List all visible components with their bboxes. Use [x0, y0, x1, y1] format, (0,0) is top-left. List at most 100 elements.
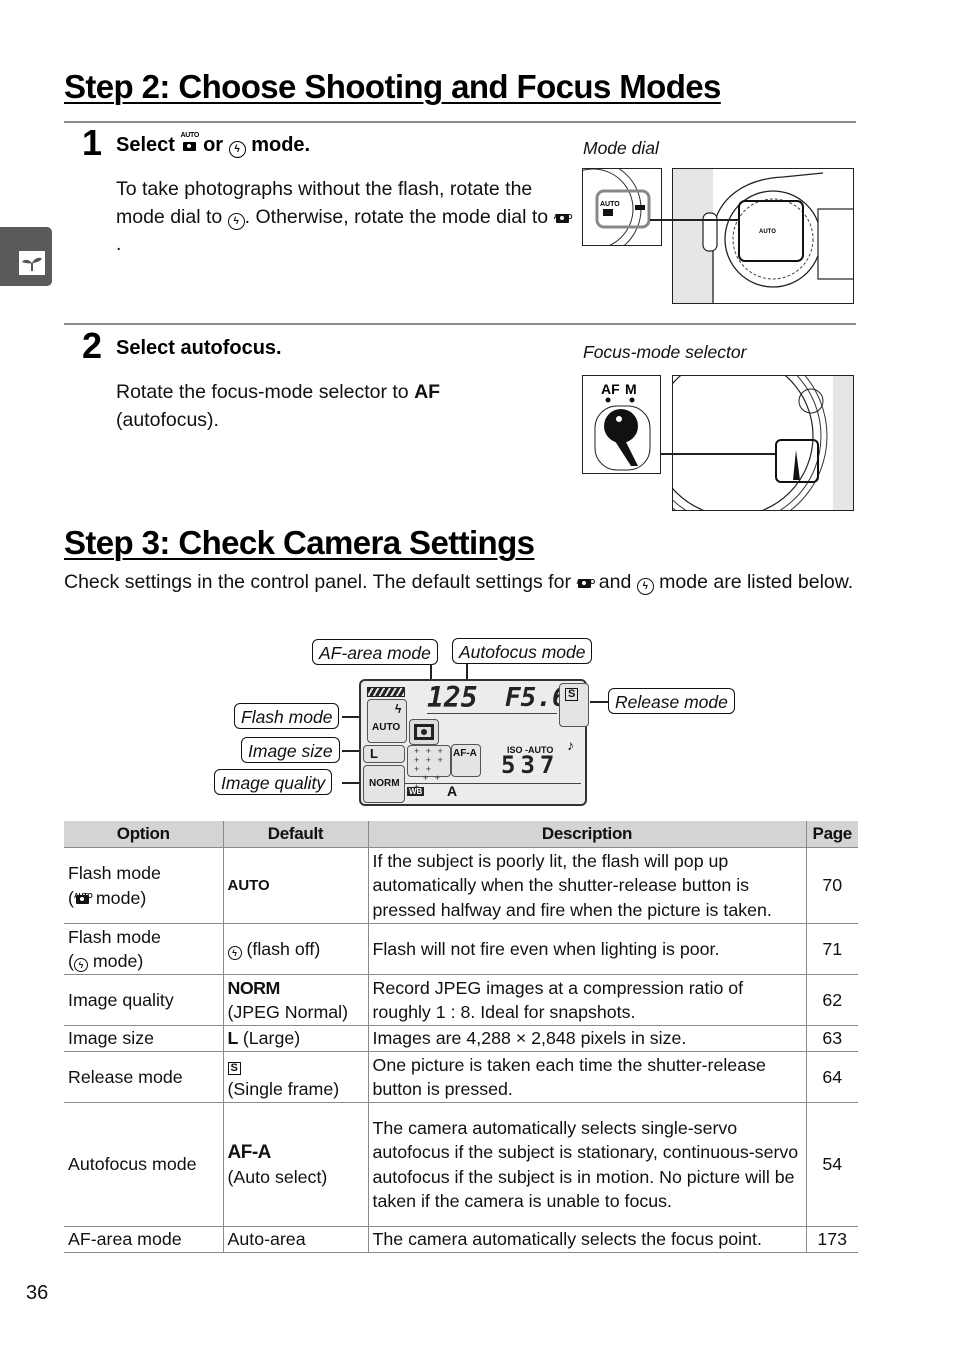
flash-off-icon: ϟ [228, 141, 246, 158]
flash-off-icon: ϟ [227, 945, 242, 960]
default-value: L [227, 1028, 239, 1049]
step-number-1: 1 [82, 122, 103, 163]
step-number-2: 2 [82, 325, 103, 366]
description-cell: The camera automatically selects the foc… [367, 1226, 806, 1253]
description-cell: Record JPEG images at a compression rati… [367, 974, 806, 1026]
focus-selector-closeup-figure: AF M [582, 375, 661, 474]
lcd-size-value: L [370, 746, 378, 761]
column-header-description: Description [367, 821, 806, 848]
divider [64, 323, 856, 325]
page-cell: 64 [805, 1051, 858, 1103]
lcd-divider [405, 783, 581, 785]
default-note: (Large) [242, 1028, 301, 1049]
description-cell: Images are 4,288 × 2,848 pixels in size. [367, 1025, 806, 1052]
auto-mode-icon: AUTO [74, 888, 93, 906]
body-text: Rotate the focus-mode selector to [116, 381, 409, 403]
step-1-body: To take photographs without the flash, r… [116, 176, 572, 259]
lcd-release-value: S [565, 688, 579, 701]
heading-text: mode. [251, 134, 311, 156]
lcd-af-mode-box: AF-A [451, 744, 481, 777]
page-number: 36 [26, 1282, 49, 1304]
single-frame-icon: S [227, 1061, 241, 1075]
default-cell: L (Large) [222, 1025, 368, 1052]
default-cell: ϟ (flash off) [222, 923, 368, 975]
default-value: NORM [227, 977, 281, 998]
default-settings-table: Option Default Description Page Flash mo… [64, 821, 858, 1253]
metering-icon [409, 719, 439, 745]
table-row: Autofocus mode AF-A (Auto select) The cam… [64, 1102, 858, 1227]
lcd-wb: WB [407, 787, 425, 796]
column-header-default: Default [222, 821, 368, 848]
leader-line [590, 701, 608, 703]
camera-front-figure [672, 375, 854, 511]
flash-off-icon: ϟ [636, 578, 654, 595]
option-cell: Image size [64, 1025, 223, 1052]
page-cell: 54 [805, 1102, 858, 1227]
lcd-size-box: L [363, 745, 405, 763]
column-header-option: Option [64, 821, 223, 848]
focus-selector-caption: Focus-mode selector [583, 342, 747, 362]
page-cell: 63 [805, 1025, 858, 1052]
body-text: . Otherwise, rotate the mode dial to [244, 205, 549, 228]
svg-text:AF: AF [601, 381, 620, 397]
description-cell: Flash will not fire even when lighting i… [367, 923, 806, 975]
sprout-icon [19, 251, 45, 275]
option-text: Flash mode [68, 863, 161, 883]
table-row: Flash mode(AUTO mode) AUTO If the subjec… [64, 847, 858, 924]
body-text: . [116, 233, 122, 255]
default-cell: AUTO [222, 847, 368, 924]
default-cell: AF-A (Auto select) [222, 1102, 368, 1227]
body-text: (autofocus). [116, 408, 219, 431]
option-cell: Flash mode(AUTO mode) [64, 847, 223, 924]
heading-text: Select [116, 134, 175, 156]
option-cell: AF-area mode [64, 1226, 223, 1253]
control-panel-lcd: ϟ AUTO 125 F5.6 S L + + ++ + + + + + + +… [359, 679, 589, 806]
option-cell: Flash mode(ϟ mode) [64, 923, 223, 975]
step-1-heading: Select AUTO or ϟ mode. [116, 132, 311, 158]
option-cell: Image quality [64, 974, 223, 1026]
flash-off-icon: ϟ [227, 212, 245, 230]
body-text: and [598, 571, 632, 593]
option-cell: Release mode [64, 1051, 223, 1103]
lcd-release-box: S [559, 683, 589, 727]
body-text: Check settings in the control panel. The… [64, 571, 571, 593]
lcd-wb-value: A [447, 783, 458, 799]
connector-line [660, 453, 775, 455]
svg-text:AUTO: AUTO [759, 229, 776, 235]
lcd-flash-value: AUTO [372, 722, 401, 733]
lcd-quality-box: NORM [363, 765, 405, 803]
battery-icon [367, 687, 405, 697]
page-cell: 62 [805, 974, 858, 1026]
option-cell: Autofocus mode [64, 1102, 223, 1227]
callout-autofocus-mode: Autofocus mode [452, 638, 593, 664]
mode-dial-caption: Mode dial [583, 138, 659, 158]
svg-text:AUTO: AUTO [600, 201, 620, 208]
default-value: (flash off) [246, 938, 321, 959]
mode-dial-closeup-figure: AUTO [582, 168, 662, 246]
lcd-quality-value: NORM [369, 778, 400, 789]
svg-text:M: M [625, 381, 637, 397]
default-cell: S (Single frame) [222, 1051, 368, 1103]
description-cell: One picture is taken each time the shutt… [367, 1051, 806, 1103]
lcd-divider [427, 713, 557, 715]
option-text: mode) [92, 951, 144, 971]
body-text: mode are listed below. [659, 571, 854, 593]
description-cell: If the subject is poorly lit, the flash … [367, 847, 806, 924]
camera-mode-dial-figure: AUTO [672, 168, 854, 304]
auto-mode-icon: AUTO [576, 572, 595, 590]
page-cell: 70 [805, 847, 858, 924]
table-row: Image size L (Large) Images are 4,288 × … [64, 1025, 858, 1052]
callout-flash-mode: Flash mode [234, 703, 340, 729]
lcd-flash-box: ϟ AUTO [367, 699, 407, 743]
step3-intro: Check settings in the control panel. The… [64, 569, 864, 597]
default-cell: Auto-area [222, 1226, 368, 1253]
auto-mode-icon: AUTO [554, 207, 572, 225]
column-header-page: Page [805, 821, 858, 848]
step2-title: Step 2: Choose Shooting and Focus Modes [64, 68, 721, 105]
heading-text: or [203, 134, 224, 156]
table-row: Flash mode(ϟ mode) ϟ (flash off) Flash w… [64, 923, 858, 975]
table-row: Image quality NORM (JPEG Normal) Record J… [64, 974, 858, 1026]
lcd-shutter-speed: 125 [427, 681, 478, 714]
lcd-af-mode-value: AF-A [453, 748, 477, 759]
page-cell: 173 [805, 1226, 858, 1253]
